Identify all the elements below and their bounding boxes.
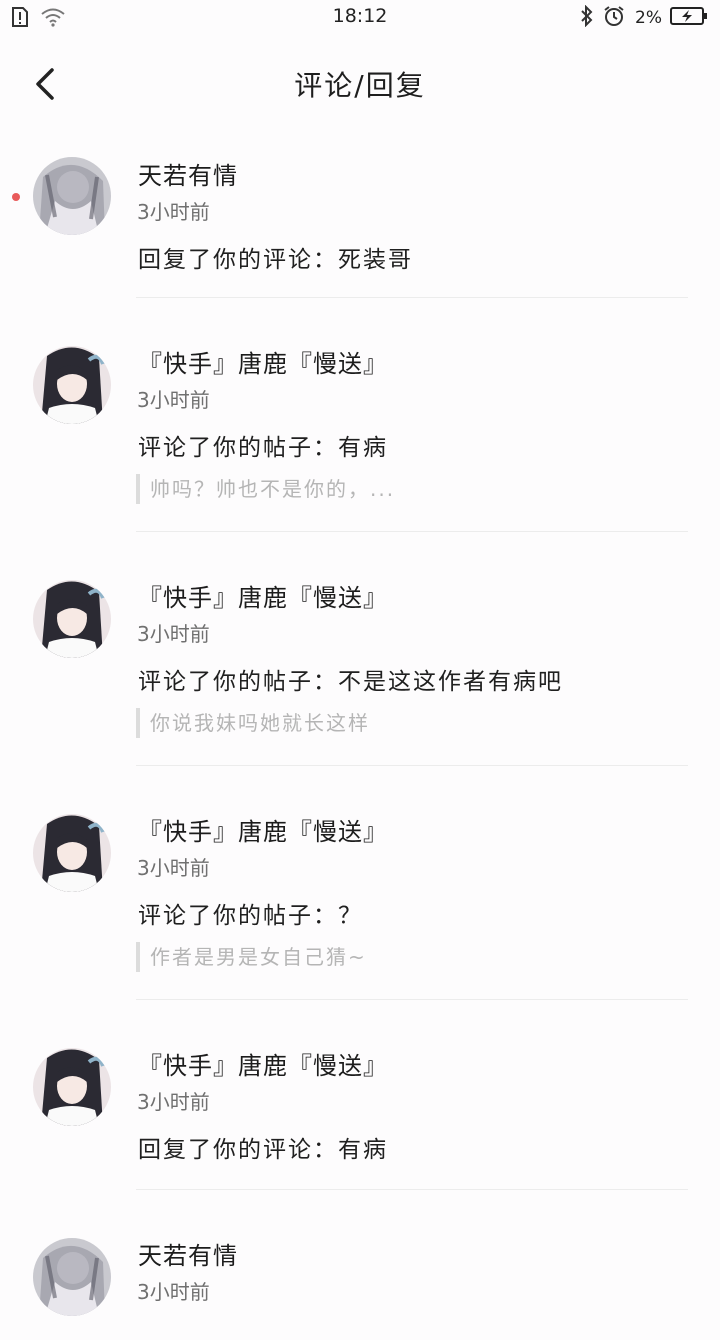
status-bar: 18:12 2% xyxy=(0,0,720,34)
quoted-post[interactable]: 你说我妹吗她就长这样 xyxy=(136,708,370,738)
battery-percent: 2% xyxy=(635,8,662,28)
page-title: 评论/回复 xyxy=(294,69,426,102)
quoted-post[interactable]: 作者是男是女自己猜~ xyxy=(136,942,367,972)
header: 评论/回复 xyxy=(0,34,720,130)
user-name[interactable]: 『快手』唐鹿『慢送』 xyxy=(138,578,388,613)
timestamp: 3小时前 xyxy=(137,856,210,880)
list-item[interactable]: 天若有情 3小时前 xyxy=(0,1190,720,1340)
notification-message: 评论了你的帖子：？ xyxy=(138,903,363,929)
timestamp: 3小时前 xyxy=(137,200,210,224)
user-name[interactable]: 『快手』唐鹿『慢送』 xyxy=(138,1046,388,1081)
timestamp: 3小时前 xyxy=(137,622,210,646)
user-name[interactable]: 『快手』唐鹿『慢送』 xyxy=(138,812,388,847)
timestamp: 3小时前 xyxy=(137,388,210,412)
user-name[interactable]: 天若有情 xyxy=(138,156,238,191)
unread-dot xyxy=(12,193,20,201)
notification-message: 评论了你的帖子：不是这这作者有病吧 xyxy=(138,669,563,695)
avatar[interactable] xyxy=(33,157,111,235)
notification-message: 回复了你的评论：死装哥 xyxy=(138,247,413,273)
avatar[interactable] xyxy=(33,346,111,424)
user-name[interactable]: 『快手』唐鹿『慢送』 xyxy=(138,344,388,379)
bluetooth-icon xyxy=(579,4,595,31)
avatar[interactable] xyxy=(33,580,111,658)
alarm-icon xyxy=(603,5,625,31)
notification-message: 评论了你的帖子：有病 xyxy=(138,435,388,461)
list-item[interactable]: 『快手』唐鹿『慢送』 3小时前 评论了你的帖子：？ 作者是男是女自己猜~ xyxy=(0,766,720,1000)
timestamp: 3小时前 xyxy=(137,1090,210,1114)
avatar[interactable] xyxy=(33,814,111,892)
battery-charging-icon xyxy=(670,6,708,30)
list-item[interactable]: 天若有情 3小时前 回复了你的评论：死装哥 xyxy=(0,140,720,298)
quoted-post[interactable]: 帅吗？帅也不是你的，... xyxy=(136,474,395,504)
list-item[interactable]: 『快手』唐鹿『慢送』 3小时前 评论了你的帖子：有病 帅吗？帅也不是你的，... xyxy=(0,298,720,532)
avatar[interactable] xyxy=(33,1238,111,1316)
list-item[interactable]: 『快手』唐鹿『慢送』 3小时前 回复了你的评论：有病 xyxy=(0,1000,720,1190)
user-name[interactable]: 天若有情 xyxy=(138,1236,238,1271)
notification-message: 回复了你的评论：有病 xyxy=(138,1137,388,1163)
list-item[interactable]: 『快手』唐鹿『慢送』 3小时前 评论了你的帖子：不是这这作者有病吧 你说我妹吗她… xyxy=(0,532,720,766)
notification-list: 天若有情 3小时前 回复了你的评论：死装哥 『快手』唐鹿『慢送』 3小时前 评论… xyxy=(0,140,720,1340)
timestamp: 3小时前 xyxy=(137,1280,210,1304)
avatar[interactable] xyxy=(33,1048,111,1126)
